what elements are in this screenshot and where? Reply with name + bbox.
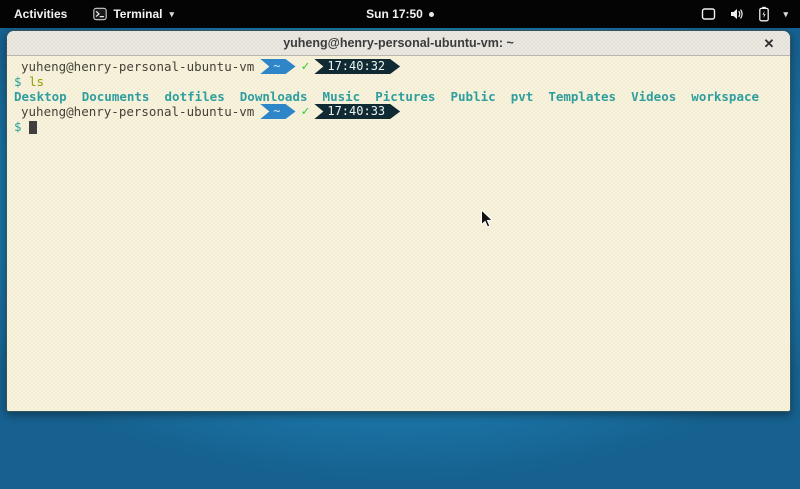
chevron-down-icon: ▾ [783, 9, 788, 20]
prompt-user-host: yuheng@henry-personal-ubuntu-vm [21, 59, 254, 74]
terminal-content[interactable]: yuheng@henry-personal-ubuntu-vm ~ ✓ 17:4… [7, 56, 790, 412]
prompt-line-1: yuheng@henry-personal-ubuntu-vm ~ ✓ 17:4… [21, 59, 790, 74]
terminal-window: yuheng@henry-personal-ubuntu-vm: ~ ✕ yuh… [6, 30, 791, 412]
battery-charging-icon [758, 6, 770, 22]
prompt-user-host: yuheng@henry-personal-ubuntu-vm [21, 104, 254, 119]
activities-button[interactable]: Activities [10, 7, 71, 21]
powerline-time-segment: 17:40:33 [314, 104, 400, 119]
close-button[interactable]: ✕ [758, 31, 780, 56]
prompt-line-2: yuheng@henry-personal-ubuntu-vm ~ ✓ 17:4… [21, 104, 790, 119]
current-input-line: $ [14, 119, 790, 134]
app-menu-label: Terminal [113, 7, 162, 21]
clock-label: Sun 17:50 [366, 7, 423, 21]
powerline-time-segment: 17:40:32 [314, 59, 400, 74]
clock-button[interactable]: Sun 17:50 [366, 7, 434, 21]
display-icon [701, 7, 716, 21]
ls-output-line: Desktop Documents dotfiles Downloads Mus… [14, 89, 790, 104]
top-bar: Activities Terminal ▾ Sun 17:50 [0, 0, 800, 28]
powerline-cwd-segment: ~ [260, 104, 295, 119]
powerline-cwd-segment: ~ [260, 59, 295, 74]
app-menu-terminal[interactable]: Terminal ▾ [93, 7, 174, 21]
chevron-down-icon: ▾ [169, 9, 174, 20]
status-check-icon: ✓ [302, 59, 310, 74]
command-line: $ ls [14, 74, 790, 89]
typed-command: ls [29, 74, 44, 89]
volume-icon [729, 7, 745, 21]
prompt-char: $ [14, 74, 22, 89]
terminal-cursor [29, 121, 37, 134]
window-title: yuheng@henry-personal-ubuntu-vm: ~ [7, 36, 790, 50]
notification-dot [429, 12, 434, 17]
system-status-area[interactable]: ▾ [701, 6, 788, 22]
terminal-icon [93, 7, 107, 21]
status-check-icon: ✓ [302, 104, 310, 119]
window-titlebar[interactable]: yuheng@henry-personal-ubuntu-vm: ~ ✕ [7, 31, 790, 56]
prompt-char: $ [14, 119, 22, 134]
